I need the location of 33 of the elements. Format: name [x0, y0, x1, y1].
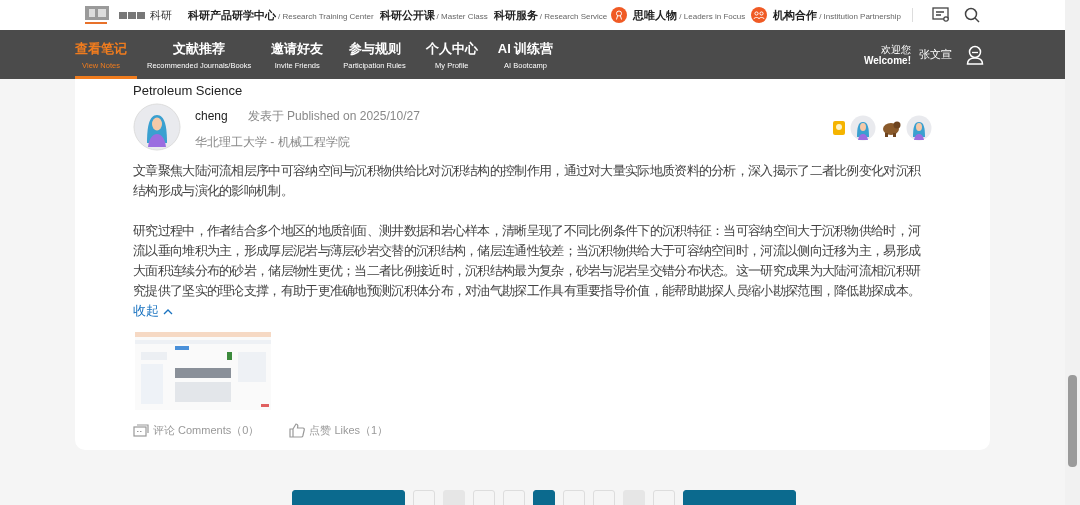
scrollbar-thumb[interactable] — [1068, 375, 1077, 467]
journal-title: Petroleum Science — [133, 84, 244, 97]
next-page-button[interactable] — [682, 490, 796, 505]
people-icon — [751, 7, 768, 23]
thumbs-up-icon — [289, 423, 306, 438]
logo-mark — [119, 11, 145, 19]
affiliation: 华北理工大学 - 机械工程学院 — [195, 134, 351, 151]
user-icon[interactable] — [966, 44, 984, 65]
note-paragraph: 研究过程中，作者结合多个地区的地质剖面、测井数据和岩心样本，清晰呈现了不同比例条件下的沉积特征：当可容纳空间大于沉积物供给时，河流以垂向堆积为主，形成厚层泥岩与薄层砂岩交替的沉积结构，储层连通性较差；当沉积物供给大于可容纳空间时，河流以侧向迁移为主，易形成大面积连续分布的砂岩，储层物性更优；当二者比例接近时，沉积结构最为复杂，砂岩与泥岩呈交错分布状态。这一研究成果为大陆河流相沉积研究提供了坚实的理论支撑，有助于更准确地预测沉积体分布，对油气勘探工作具有重要指导价值，能帮助勘探人员缩小勘探范围，降低勘探成本。 — [133, 223, 922, 300]
page-button[interactable] — [532, 490, 555, 505]
publish-date: 发表于 Published on 2025/10/27 — [247, 109, 420, 123]
header-link[interactable]: 机构合作 / Institution Partnership — [773, 7, 901, 23]
header-link[interactable]: 科研产品研学中心 / Research Training Center — [188, 7, 374, 23]
author-name[interactable]: cheng — [195, 109, 228, 123]
welcome-text: Welcome! — [863, 54, 911, 66]
medal-icon — [832, 120, 846, 136]
certificate-icon[interactable] — [932, 7, 950, 23]
previous-page-button[interactable] — [291, 490, 405, 505]
avatar-icon — [906, 115, 932, 141]
avatar-icon — [850, 115, 876, 141]
ribbon-icon — [611, 7, 628, 23]
note-paragraph: 文章聚焦大陆河流相层序中可容纳空间与沉积物供给比对沉积结构的控制作用，通过对大量实际地质资料的分析，深入揭示了二者比例变化对沉积结构形成与演化的影响机制。 — [133, 163, 922, 200]
logo-text: 科研 — [150, 7, 172, 23]
avatar-icon — [133, 103, 181, 151]
header-link[interactable]: 科研公开课 / Master Class — [379, 7, 488, 23]
search-icon[interactable] — [964, 7, 980, 23]
header-link[interactable]: 科研服务 / Research Service — [493, 7, 608, 23]
header-link[interactable]: 思唯人物 / Leaders in Focus — [633, 7, 746, 23]
comment-icon — [133, 423, 149, 438]
chevron-up-icon — [163, 308, 173, 315]
welcome-text: 欢迎您 — [881, 43, 911, 55]
collapse-link[interactable]: 收起 — [133, 303, 173, 320]
user-name[interactable]: 张文宣 — [919, 47, 952, 62]
